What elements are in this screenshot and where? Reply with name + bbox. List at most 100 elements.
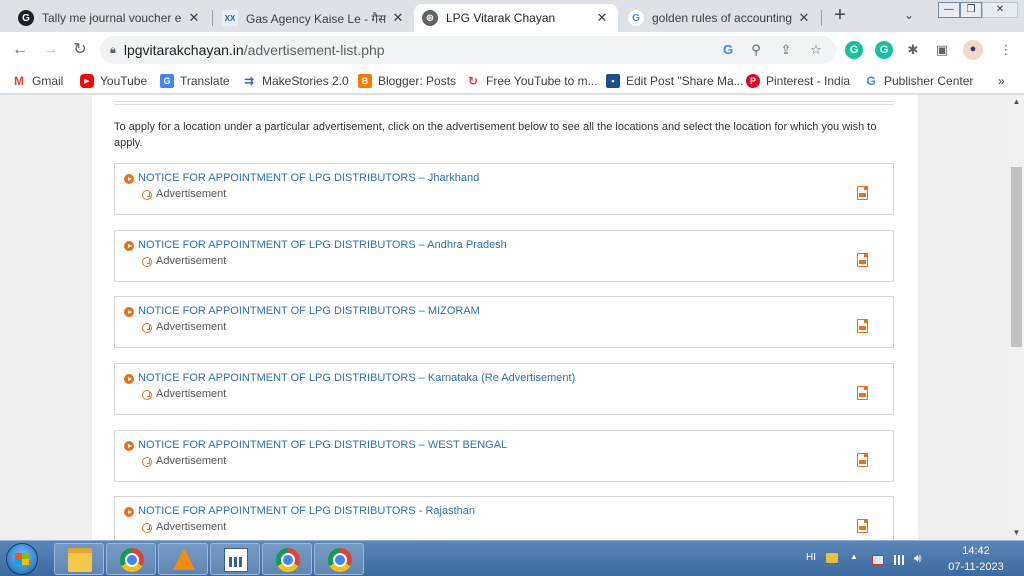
grammarly-extension-icon[interactable]: G bbox=[845, 41, 863, 59]
bookmark-pinterest[interactable]: P Pinterest - India bbox=[746, 72, 850, 90]
pdf-icon[interactable] bbox=[857, 519, 868, 533]
play-circle-icon bbox=[124, 174, 134, 184]
advertisement-tag: Advertisement bbox=[156, 455, 227, 467]
play-circle-icon bbox=[124, 441, 134, 451]
url-domain: lpgvitarakchayan.in bbox=[123, 42, 244, 58]
chevron-down-icon[interactable]: ⌄ bbox=[904, 8, 914, 22]
close-icon[interactable]: ✕ bbox=[796, 10, 812, 26]
advertisement-link[interactable]: NOTICE FOR APPOINTMENT OF LPG DISTRIBUTO… bbox=[138, 439, 507, 451]
advertisement-link[interactable]: NOTICE FOR APPOINTMENT OF LPG DISTRIBUTO… bbox=[138, 505, 475, 517]
show-hidden-icons-arrow-icon[interactable]: ▲ bbox=[850, 552, 858, 561]
close-icon[interactable]: ✕ bbox=[186, 10, 202, 26]
tab-title: Gas Agency Kaise Le - गैस एजे bbox=[246, 11, 386, 26]
bookmark-edit-post[interactable]: ▪ Edit Post "Share Ma... bbox=[606, 72, 744, 90]
chrome-icon bbox=[328, 548, 352, 572]
tab-golden-rules[interactable]: G golden rules of accounting in ✕ bbox=[620, 4, 820, 32]
system-clock-date[interactable]: 07-11-2023 bbox=[946, 561, 1006, 573]
globe-icon: ⊕ bbox=[422, 10, 438, 26]
new-tab-button[interactable]: + bbox=[830, 5, 850, 26]
reload-icon[interactable]: ↻ bbox=[70, 40, 90, 60]
pdf-icon[interactable] bbox=[857, 319, 868, 333]
page-scrollbar[interactable]: ▲ ▼ bbox=[1009, 95, 1024, 540]
pdf-icon[interactable] bbox=[857, 386, 868, 400]
taskbar-vlc[interactable] bbox=[158, 543, 208, 575]
tab-gas-agency[interactable]: XX Gas Agency Kaise Le - गैस एजे ✕ bbox=[214, 4, 414, 32]
pdf-icon[interactable] bbox=[857, 453, 868, 467]
forward-arrow-icon[interactable]: → bbox=[40, 40, 60, 60]
taskbar-chrome-profile-3[interactable] bbox=[314, 543, 364, 575]
taskbar-explorer[interactable] bbox=[54, 543, 104, 575]
scroll-thumb[interactable] bbox=[1011, 167, 1022, 347]
system-clock-time[interactable]: 14:42 bbox=[958, 545, 994, 557]
bookmark-label: MakeStories 2.0 bbox=[262, 74, 349, 88]
bookmark-label: Gmail bbox=[32, 74, 64, 88]
advertisement-link[interactable]: NOTICE FOR APPOINTMENT OF LPG DISTRIBUTO… bbox=[138, 172, 479, 184]
divider bbox=[114, 101, 894, 105]
advertisement-link[interactable]: NOTICE FOR APPOINTMENT OF LPG DISTRIBUTO… bbox=[138, 239, 507, 251]
play-circle-icon bbox=[124, 241, 134, 251]
chrome-icon bbox=[276, 548, 300, 572]
advertisement-item-andhra-pradesh[interactable]: NOTICE FOR APPOINTMENT OF LPG DISTRIBUTO… bbox=[114, 230, 894, 282]
share-icon[interactable]: ⇪ bbox=[778, 42, 794, 58]
bookmark-label: Free YouTube to m... bbox=[486, 74, 598, 88]
bookmark-publisher-center[interactable]: G Publisher Center bbox=[864, 72, 973, 90]
bookmark-label: Pinterest - India bbox=[766, 74, 851, 88]
bookmark-youtube[interactable]: ▶ YouTube bbox=[80, 72, 147, 90]
advertisement-link[interactable]: NOTICE FOR APPOINTMENT OF LPG DISTRIBUTO… bbox=[138, 305, 480, 317]
bookmark-star-icon[interactable]: ☆ bbox=[808, 42, 824, 58]
tab-separator bbox=[821, 10, 822, 26]
advertisement-item-jharkhand[interactable]: NOTICE FOR APPOINTMENT OF LPG DISTRIBUTO… bbox=[114, 163, 894, 215]
extensions-puzzle-icon[interactable]: ✱ bbox=[905, 42, 921, 58]
pdf-icon[interactable] bbox=[857, 186, 868, 200]
tab-lpg-vitarak-chayan[interactable]: ⊕ LPG Vitarak Chayan ✕ bbox=[414, 4, 618, 32]
start-button[interactable] bbox=[6, 543, 38, 575]
bookmark-youtube-converter[interactable]: ↻ Free YouTube to m... bbox=[466, 72, 598, 90]
lock-icon[interactable]: 🔒︎ bbox=[110, 44, 116, 57]
signal-icon[interactable] bbox=[894, 555, 906, 565]
advertisement-item-rajasthan[interactable]: NOTICE FOR APPOINTMENT OF LPG DISTRIBUTO… bbox=[114, 496, 894, 540]
tab-title: golden rules of accounting in bbox=[652, 11, 792, 25]
advertisement-tag: Advertisement bbox=[156, 388, 227, 400]
restore-button[interactable]: ❐ bbox=[960, 2, 982, 18]
minimize-button[interactable]: — bbox=[938, 2, 960, 18]
taskbar-chrome[interactable] bbox=[106, 543, 156, 575]
kebab-menu-icon[interactable]: ⋮ bbox=[998, 42, 1014, 58]
url-text[interactable]: lpgvitarakchayan.in/advertisement-list.p… bbox=[124, 42, 385, 58]
network-error-icon[interactable] bbox=[872, 555, 884, 565]
back-arrow-icon[interactable]: ← bbox=[10, 40, 30, 60]
scroll-up-arrow-icon[interactable]: ▲ bbox=[1009, 95, 1024, 109]
advertisement-link[interactable]: NOTICE FOR APPOINTMENT OF LPG DISTRIBUTO… bbox=[138, 372, 575, 384]
grammarly-go-extension-icon[interactable]: G bbox=[875, 41, 893, 59]
close-icon[interactable]: ✕ bbox=[390, 10, 406, 26]
advertisement-item-mizoram[interactable]: NOTICE FOR APPOINTMENT OF LPG DISTRIBUTO… bbox=[114, 296, 894, 348]
profile-avatar[interactable]: ● bbox=[963, 40, 983, 60]
clock-icon bbox=[142, 390, 152, 400]
advertisement-item-west-bengal[interactable]: NOTICE FOR APPOINTMENT OF LPG DISTRIBUTO… bbox=[114, 430, 894, 482]
google-favicon-icon: G bbox=[628, 10, 644, 26]
close-icon[interactable]: ✕ bbox=[594, 10, 610, 26]
bookmarks-overflow-button[interactable]: » bbox=[998, 72, 1005, 90]
google-lens-icon[interactable]: G bbox=[720, 42, 736, 58]
pdf-icon[interactable] bbox=[857, 253, 868, 267]
language-indicator[interactable]: HI bbox=[806, 552, 816, 563]
bookmark-blogger[interactable]: B Blogger: Posts bbox=[358, 72, 456, 90]
ime-pen-icon[interactable] bbox=[826, 553, 838, 563]
tab-tally-journal[interactable]: G Tally me journal voucher entr ✕ bbox=[10, 4, 210, 32]
chrome-icon bbox=[120, 548, 144, 572]
close-window-button[interactable]: ✕ bbox=[982, 2, 1018, 18]
bookmark-translate[interactable]: G Translate bbox=[160, 72, 230, 90]
converter-icon: ↻ bbox=[466, 74, 480, 88]
clock-icon bbox=[142, 523, 152, 533]
bookmark-gmail[interactable]: M Gmail bbox=[12, 72, 63, 90]
scroll-down-arrow-icon[interactable]: ▼ bbox=[1009, 526, 1024, 540]
side-panel-icon[interactable]: ▣ bbox=[934, 42, 950, 58]
zoom-icon[interactable]: ⚲ bbox=[748, 42, 764, 58]
advertisement-item-karnataka[interactable]: NOTICE FOR APPOINTMENT OF LPG DISTRIBUTO… bbox=[114, 363, 894, 415]
bookmark-makestories[interactable]: ⇉ MakeStories 2.0 bbox=[242, 72, 349, 90]
blogger-icon: B bbox=[358, 74, 372, 88]
advertisement-tag: Advertisement bbox=[156, 188, 227, 200]
play-circle-icon bbox=[124, 307, 134, 317]
taskbar-calculator[interactable] bbox=[210, 543, 260, 575]
taskbar-chrome-profile-2[interactable] bbox=[262, 543, 312, 575]
volume-icon[interactable]: 🔊︎ bbox=[914, 551, 922, 566]
